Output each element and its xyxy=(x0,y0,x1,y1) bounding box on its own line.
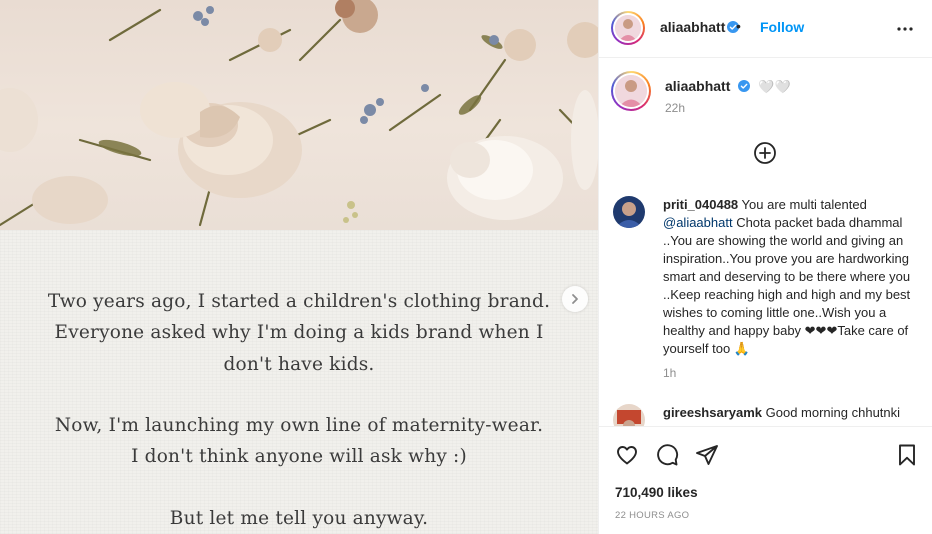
post-header: aliaabhatt • Follow xyxy=(599,0,932,58)
commenter-avatar[interactable] xyxy=(613,196,645,228)
comments-section[interactable]: aliaabhatt 🤍🤍 22h priti_040488 You are m… xyxy=(599,58,932,426)
comment-time: 1h xyxy=(663,366,677,380)
comment-username[interactable]: gireeshsaryamk xyxy=(663,405,762,420)
post-text-card: Two years ago, I started a children's cl… xyxy=(0,230,598,534)
commenter-avatar[interactable] xyxy=(613,404,645,426)
card-line: But let me tell you anyway. xyxy=(169,508,429,529)
header-username[interactable]: aliaabhatt xyxy=(660,19,725,35)
post-actions: 710,490 likes 22 HOURS AGO xyxy=(599,426,932,534)
card-line: I don't think anyone will ask why :) xyxy=(131,446,467,467)
card-line: Now, I'm launching my own line of matern… xyxy=(54,415,544,436)
caption-line: aliaabhatt 🤍🤍 xyxy=(665,78,791,96)
profile-photo xyxy=(615,15,641,41)
post-side-panel: aliaabhatt • Follow aliaabhatt 🤍🤍 22h pr… xyxy=(598,0,932,534)
card-line: Two years ago, I started a children's cl… xyxy=(47,291,551,312)
comment-body: gireeshsaryamk Good morning chhutnki xyxy=(663,404,919,422)
more-icon[interactable] xyxy=(895,19,915,39)
post-media[interactable]: Two years ago, I started a children's cl… xyxy=(0,0,598,534)
card-line: don't have kids. xyxy=(223,354,375,375)
post-timestamp: 22 HOURS AGO xyxy=(615,510,690,521)
next-slide-button[interactable] xyxy=(562,286,588,312)
comment-icon[interactable] xyxy=(655,443,679,467)
add-circle-icon[interactable] xyxy=(753,141,777,165)
comment-body: priti_040488 You are multi talented @ali… xyxy=(663,196,919,358)
chevron-right-icon xyxy=(572,294,578,304)
caption-avatar[interactable] xyxy=(611,71,651,111)
likes-count[interactable]: 710,490 likes xyxy=(615,485,698,500)
caption-username[interactable]: aliaabhatt xyxy=(665,78,730,94)
post-photo-flowers xyxy=(0,0,598,230)
verified-icon xyxy=(737,80,750,92)
comment-username[interactable]: priti_040488 xyxy=(663,197,738,212)
dried-flowers-illustration xyxy=(0,0,598,227)
heart-icon[interactable] xyxy=(615,443,639,467)
comment-text: Chota packet bada dhammal ..You are show… xyxy=(663,215,911,356)
profile-photo xyxy=(613,404,645,426)
profile-photo xyxy=(615,75,647,107)
separator-dot: • xyxy=(736,18,741,34)
profile-photo xyxy=(613,196,645,228)
follow-button[interactable]: Follow xyxy=(760,19,804,35)
share-icon[interactable] xyxy=(695,443,719,467)
comment-text: Good morning chhutnki xyxy=(762,405,901,420)
avatar[interactable] xyxy=(611,11,645,45)
caption-text: 🤍🤍 xyxy=(758,79,791,94)
bookmark-icon[interactable] xyxy=(895,443,919,467)
comment-text: You are multi talented xyxy=(738,197,867,212)
comment-mention[interactable]: @aliaabhatt xyxy=(663,215,733,230)
caption-time: 22h xyxy=(665,101,686,115)
card-line: Everyone asked why I'm doing a kids bran… xyxy=(54,322,544,343)
